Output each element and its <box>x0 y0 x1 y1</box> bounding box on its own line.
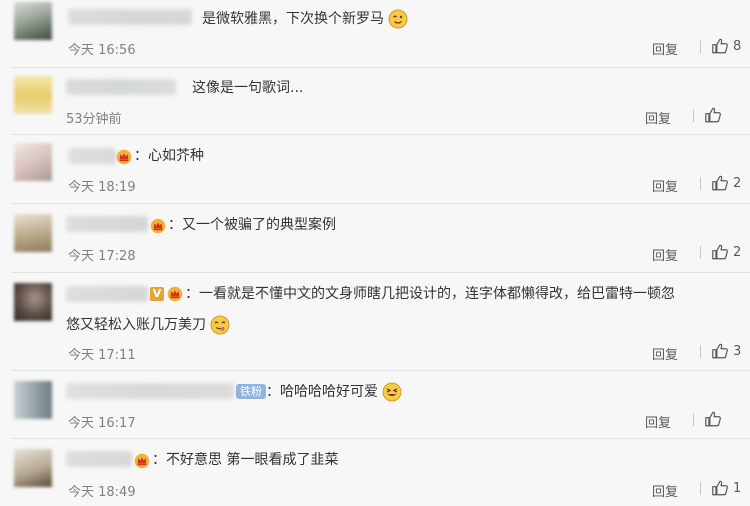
thumbs-up-icon <box>711 479 729 497</box>
thumbs-up-icon <box>704 106 722 124</box>
timestamp: 今天 17:11 <box>68 348 136 363</box>
comment-text: 这像是一句歌词... <box>192 80 304 96</box>
divider <box>700 481 701 495</box>
reply-button[interactable]: 回复 <box>645 108 671 127</box>
comment-text-content: 不好意思 第一眼看成了韭菜 <box>166 452 339 468</box>
username[interactable] <box>66 79 176 95</box>
comment-item: ：心如芥种 今天 18:19 回复 2 <box>0 135 750 203</box>
username[interactable] <box>66 451 132 467</box>
comment-text-content: 是微软雅黑，下次换个新罗马 <box>202 11 384 27</box>
like-count: 2 <box>733 175 742 191</box>
comment-text: ：心如芥种 <box>134 144 204 168</box>
comment-text-content: 心如芥种 <box>148 148 204 164</box>
thumbs-up-icon <box>711 37 729 55</box>
comment-item: V ：一看就是不懂中文的文身师瞎几把设计的，连字体都懒得改，给巴雷特一顿忽 悠又轻… <box>0 273 750 370</box>
timestamp: 53分钟前 <box>66 112 122 127</box>
like-button[interactable]: 2 <box>700 174 741 192</box>
avatar[interactable] <box>14 2 52 40</box>
comment-text-content: 悠又轻松入账几万美刀 <box>66 317 206 333</box>
reply-button[interactable]: 回复 <box>652 344 678 363</box>
like-button[interactable] <box>693 106 726 124</box>
comment-text: 是微软雅黑，下次换个新罗马 <box>202 7 408 31</box>
thumbs-up-icon <box>711 342 729 360</box>
timestamp: 今天 17:28 <box>68 249 136 264</box>
thumbs-up-icon <box>704 410 722 428</box>
crown-member-icon <box>150 218 166 234</box>
comment-text-line-2: 悠又轻松入账几万美刀 <box>66 313 230 337</box>
divider <box>700 39 701 53</box>
comment-text-content: 哈哈哈哈好可爱 <box>280 384 378 400</box>
like-button[interactable] <box>693 410 726 428</box>
username[interactable] <box>68 9 192 25</box>
like-button[interactable]: 8 <box>700 37 741 55</box>
like-count: 2 <box>733 244 742 260</box>
reply-button[interactable]: 回复 <box>652 245 678 264</box>
comment-text: V ：一看就是不懂中文的文身师瞎几把设计的，连字体都懒得改，给巴雷特一顿忽 <box>150 282 675 306</box>
separator: ： <box>168 217 182 233</box>
divider <box>700 245 701 259</box>
separator: ： <box>185 286 199 302</box>
comment-item: ：不好意思 第一眼看成了韭菜 今天 18:49 回复 1 <box>0 439 750 506</box>
fan-badge: 铁粉 <box>236 384 266 399</box>
reply-button[interactable]: 回复 <box>652 481 678 500</box>
crown-member-icon <box>134 453 150 469</box>
avatar[interactable] <box>14 283 52 321</box>
timestamp: 今天 16:56 <box>68 43 136 58</box>
username[interactable] <box>66 383 234 399</box>
separator: ： <box>134 148 148 164</box>
divider <box>693 108 694 122</box>
comment-item: 铁粉 ：哈哈哈哈好可爱 今天 16:17 回复 <box>0 371 750 438</box>
avatar[interactable] <box>14 214 52 252</box>
like-button[interactable]: 1 <box>700 479 741 497</box>
avatar[interactable] <box>14 449 52 487</box>
licking-lips-emoji-icon <box>210 315 230 335</box>
like-count: 8 <box>733 38 742 54</box>
comment-text-content: 又一个被骗了的典型案例 <box>182 217 336 233</box>
comment-feed: 是微软雅黑，下次换个新罗马 今天 16:56 回复 8 这像是一句歌词... 5… <box>0 0 750 506</box>
thumbs-up-icon <box>711 174 729 192</box>
separator: ： <box>266 384 280 400</box>
divider <box>700 176 701 190</box>
separator: ： <box>152 452 166 468</box>
timestamp: 今天 18:19 <box>68 180 136 195</box>
timestamp: 今天 18:49 <box>68 485 136 500</box>
username[interactable] <box>66 216 148 232</box>
like-button[interactable]: 2 <box>700 243 741 261</box>
reply-button[interactable]: 回复 <box>652 39 678 58</box>
crown-member-icon <box>167 286 183 302</box>
reply-button[interactable]: 回复 <box>652 176 678 195</box>
comment-text: 铁粉 ：哈哈哈哈好可爱 <box>236 380 402 404</box>
comment-text-content: 一看就是不懂中文的文身师瞎几把设计的，连字体都懒得改，给巴雷特一顿忽 <box>199 286 675 302</box>
crown-member-icon <box>116 149 132 165</box>
avatar[interactable] <box>14 143 52 181</box>
verified-v-icon: V <box>150 287 164 301</box>
divider <box>693 412 694 426</box>
wink-emoji-icon <box>388 9 408 29</box>
avatar[interactable] <box>14 381 52 419</box>
like-button[interactable]: 3 <box>700 342 741 360</box>
comment-text: ：不好意思 第一眼看成了韭菜 <box>152 448 338 472</box>
comment-item: ：又一个被骗了的典型案例 今天 17:28 回复 2 <box>0 204 750 272</box>
like-count: 3 <box>733 343 742 359</box>
like-count: 1 <box>733 480 742 496</box>
timestamp: 今天 16:17 <box>68 416 136 431</box>
comment-item: 这像是一句歌词... 53分钟前 回复 <box>0 68 750 134</box>
divider <box>700 344 701 358</box>
squint-laugh-emoji-icon <box>382 382 402 402</box>
username[interactable] <box>66 286 148 302</box>
avatar[interactable] <box>14 76 52 114</box>
reply-button[interactable]: 回复 <box>645 412 671 431</box>
comment-item: 是微软雅黑，下次换个新罗马 今天 16:56 回复 8 <box>0 0 750 67</box>
thumbs-up-icon <box>711 243 729 261</box>
comment-text: ：又一个被骗了的典型案例 <box>168 213 336 237</box>
username[interactable] <box>68 148 116 164</box>
